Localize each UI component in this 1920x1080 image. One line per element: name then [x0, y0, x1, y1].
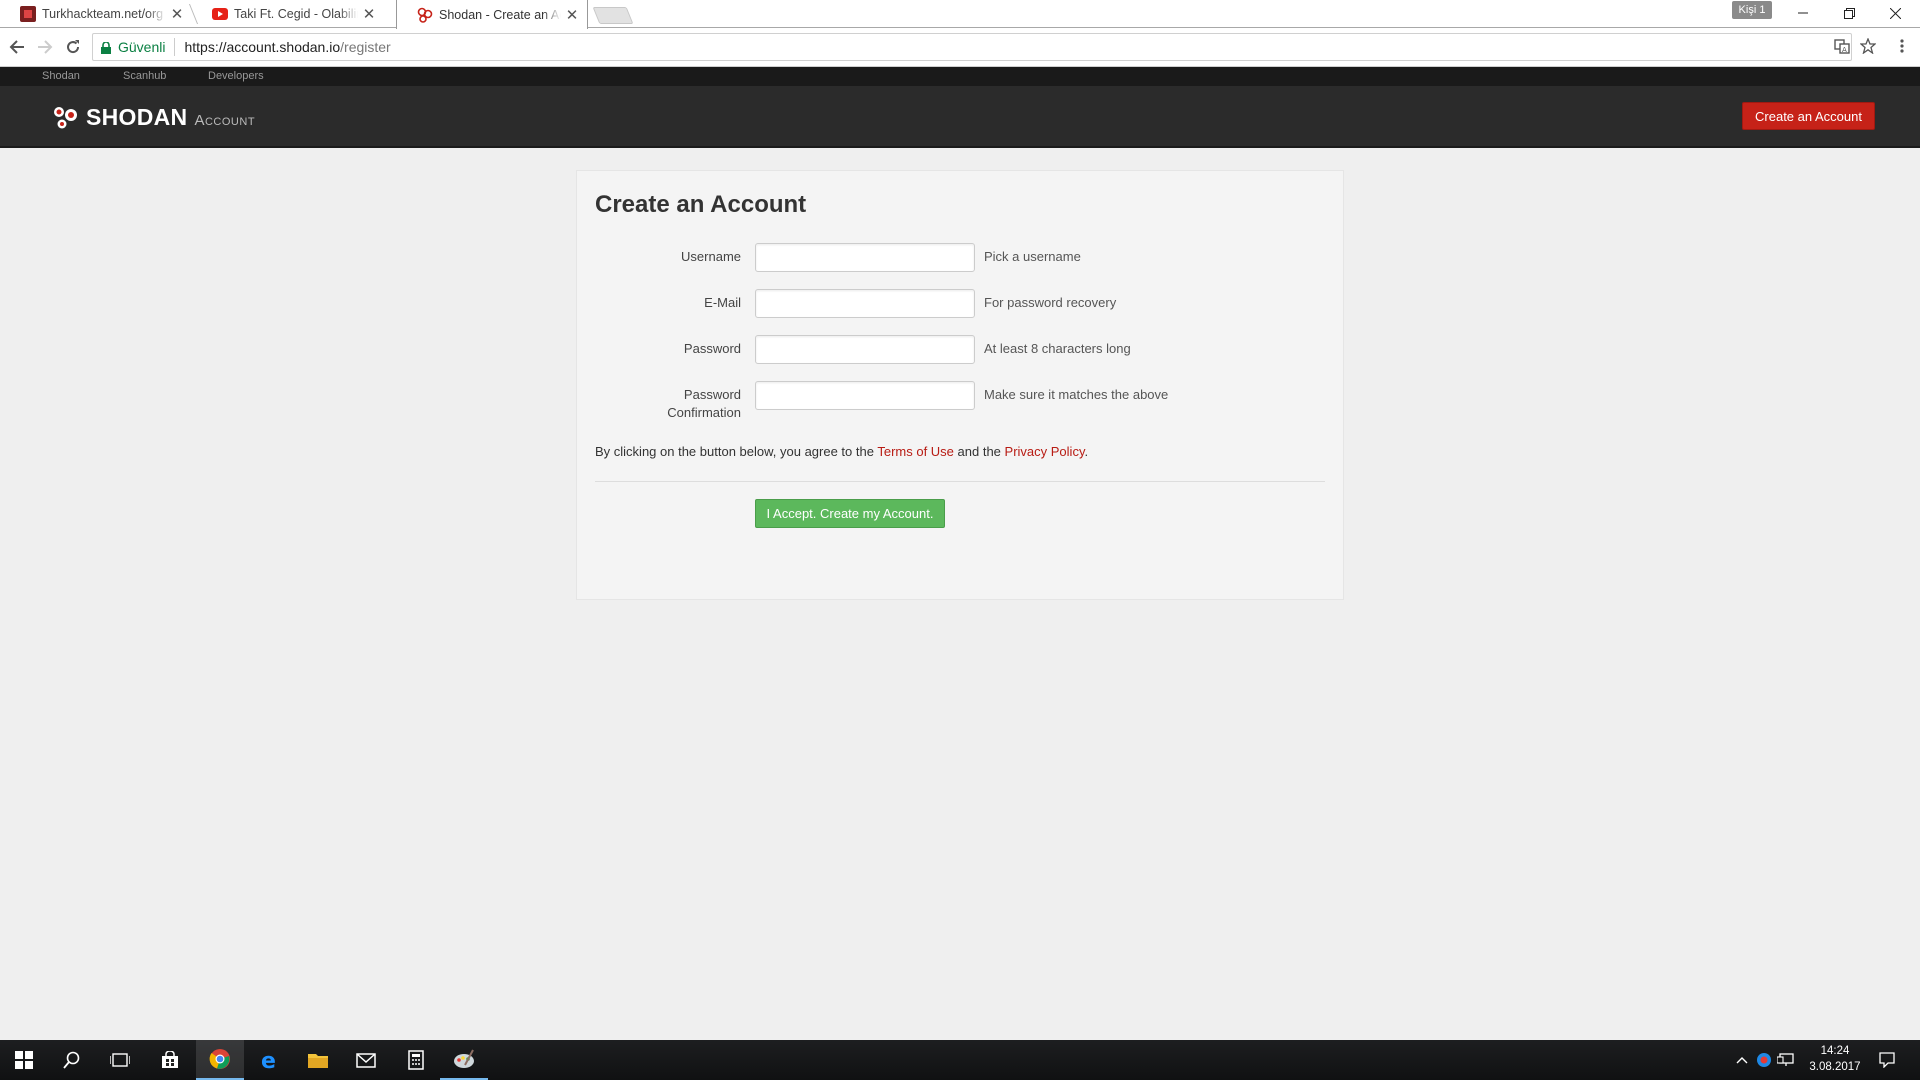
- browser-tab-strip: Turkhackteam.net/org - T ✕ Taki Ft. Cegi…: [0, 0, 1920, 29]
- system-clock[interactable]: 14:24 3.08.2017: [1800, 1043, 1870, 1075]
- clock-time: 14:24: [1820, 1045, 1850, 1057]
- email-label: E-Mail: [704, 295, 741, 310]
- bookmark-star-icon[interactable]: [1856, 34, 1880, 58]
- forward-icon[interactable]: [32, 34, 58, 60]
- secure-indicator[interactable]: Güvenli: [101, 39, 165, 55]
- topnav-shodan[interactable]: Shodan: [42, 70, 80, 82]
- shodan-favicon: [417, 7, 433, 23]
- create-account-header-button[interactable]: Create an Account: [1742, 102, 1875, 130]
- logo-text: SHODAN: [86, 103, 188, 130]
- back-icon[interactable]: [4, 34, 30, 60]
- terms-of-use-link[interactable]: Terms of Use: [877, 444, 954, 459]
- email-input[interactable]: [755, 289, 975, 318]
- site-topnav: Shodan Scanhub Developers: [0, 67, 1920, 86]
- youtube-favicon: [212, 6, 228, 22]
- password-confirmation-input[interactable]: [755, 381, 975, 410]
- terms-suffix: .: [1084, 444, 1089, 459]
- terms-prefix: By clicking on the button below, you agr…: [595, 444, 878, 459]
- chrome-menu-icon[interactable]: [1890, 34, 1914, 58]
- browser-toolbar: Güvenli https://account.shodan.io/regist…: [0, 28, 1920, 67]
- search-icon[interactable]: [48, 1040, 96, 1080]
- network-icon[interactable]: [1776, 1050, 1796, 1070]
- username-label: Username: [681, 249, 741, 264]
- windows-taskbar: e 14:24 3.08.2017: [0, 1040, 1920, 1080]
- tab-turkhackteam[interactable]: Turkhackteam.net/org - T ✕: [0, 0, 199, 28]
- password-confirmation-label: Password Confirmation: [667, 387, 741, 420]
- file-explorer-icon[interactable]: [294, 1040, 342, 1080]
- email-hint: For password recovery: [984, 295, 1117, 310]
- privacy-policy-link[interactable]: Privacy Policy: [1005, 444, 1085, 459]
- svg-text:A: A: [1842, 46, 1847, 54]
- accept-create-account-button[interactable]: I Accept. Create my Account.: [755, 499, 945, 528]
- divider: [595, 481, 1325, 482]
- tab-title: Turkhackteam.net/org - T: [42, 7, 166, 21]
- tab-title: Taki Ft. Cegid - Olabilir -: [234, 7, 358, 21]
- tray-app-icon[interactable]: [1754, 1050, 1774, 1070]
- address-bar[interactable]: Güvenli https://account.shodan.io/regist…: [92, 33, 1852, 61]
- close-icon[interactable]: ✕: [170, 5, 184, 23]
- edge-icon[interactable]: e: [246, 1040, 294, 1080]
- close-icon[interactable]: ✕: [565, 6, 579, 24]
- store-icon[interactable]: [146, 1040, 194, 1080]
- lock-icon: [101, 41, 111, 54]
- username-input[interactable]: [755, 243, 975, 272]
- chevron-up-icon[interactable]: [1732, 1050, 1752, 1070]
- tab-youtube[interactable]: Taki Ft. Cegid - Olabilir - ✕: [192, 0, 384, 28]
- secure-label: Güvenli: [118, 39, 166, 55]
- mail-icon[interactable]: [342, 1040, 390, 1080]
- page-title: Create an Account: [595, 191, 807, 218]
- tab-title: Shodan - Create an Acco: [439, 7, 561, 22]
- shodan-logo-icon: [54, 107, 77, 129]
- topnav-scanhub[interactable]: Scanhub: [123, 70, 166, 82]
- password-confirmation-hint: Make sure it matches the above: [984, 387, 1169, 402]
- username-hint: Pick a username: [984, 249, 1081, 264]
- close-icon[interactable]: ✕: [362, 5, 376, 23]
- minimize-icon[interactable]: [1780, 0, 1826, 26]
- url-host: https://account.shodan.io: [184, 39, 341, 55]
- topnav-developers[interactable]: Developers: [208, 70, 264, 82]
- profile-button[interactable]: Kişi 1: [1732, 1, 1772, 19]
- reload-icon[interactable]: [60, 34, 86, 60]
- translate-icon[interactable]: A: [1830, 34, 1854, 58]
- turkhackteam-favicon: [20, 6, 36, 22]
- action-center-icon[interactable]: [1877, 1050, 1897, 1070]
- site-header: SHODAN Account Create an Account: [0, 86, 1920, 148]
- url-path: /register: [340, 39, 391, 55]
- logo-subtitle: Account: [194, 111, 256, 129]
- password-hint: At least 8 characters long: [984, 341, 1131, 356]
- svg-text:e: e: [261, 1050, 276, 1070]
- create-account-panel: Create an Account Username Pick a userna…: [576, 170, 1344, 600]
- terms-mid: and the: [953, 444, 1005, 459]
- close-window-icon[interactable]: [1872, 0, 1918, 26]
- chrome-icon[interactable]: [196, 1040, 244, 1080]
- start-icon[interactable]: [0, 1040, 48, 1080]
- paint-icon[interactable]: [440, 1040, 488, 1080]
- calculator-icon[interactable]: [392, 1040, 440, 1080]
- password-label: Password: [683, 341, 741, 356]
- task-view-icon[interactable]: [96, 1040, 144, 1080]
- terms-notice: By clicking on the button below, you agr…: [595, 444, 1088, 459]
- clock-date: 3.08.2017: [1809, 1061, 1861, 1073]
- tab-shodan[interactable]: Shodan - Create an Acco ✕: [396, 0, 588, 29]
- shodan-logo[interactable]: SHODAN Account: [50, 102, 255, 132]
- password-input[interactable]: [755, 335, 975, 364]
- new-tab-button[interactable]: [592, 7, 634, 24]
- restore-icon[interactable]: [1826, 0, 1872, 26]
